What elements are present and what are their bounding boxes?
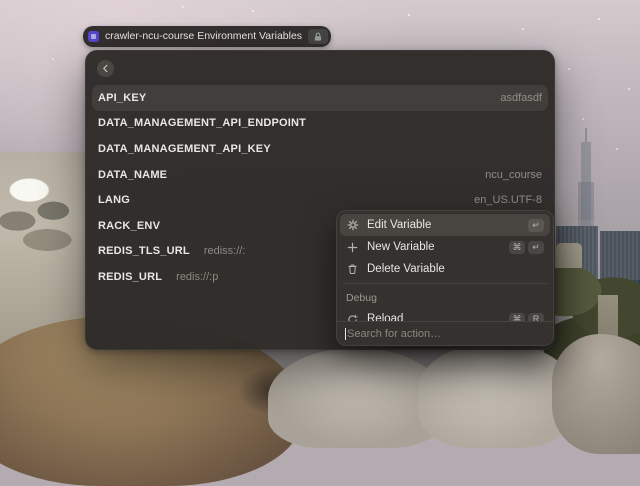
env-var-name: DATA_NAME <box>98 168 168 181</box>
env-var-subtitle: redis://:p <box>176 270 219 283</box>
env-var-name: RACK_ENV <box>98 219 161 232</box>
trash-icon <box>346 263 359 276</box>
key-badge-cmd: ⌘ <box>509 240 525 254</box>
env-row-data-name[interactable]: DATA_NAME ncu_course <box>92 162 548 188</box>
lock-icon <box>308 29 329 44</box>
env-row-data-management-api-endpoint[interactable]: DATA_MANAGEMENT_API_ENDPOINT <box>92 111 548 137</box>
menu-item-label: Edit Variable <box>367 219 432 231</box>
env-var-name: REDIS_URL <box>98 270 163 283</box>
env-var-name: DATA_MANAGEMENT_API_ENDPOINT <box>98 117 307 130</box>
command-pill-title: crawler-ncu-course Environment Variables <box>105 30 303 42</box>
action-search-input[interactable] <box>347 327 545 340</box>
env-var-name: REDIS_TLS_URL <box>98 245 190 258</box>
env-var-value: en_US.UTF-8 <box>474 194 542 207</box>
text-caret <box>345 327 346 340</box>
chevron-left-icon <box>103 64 108 73</box>
command-pill[interactable]: crawler-ncu-course Environment Variables <box>83 26 332 47</box>
env-var-name: API_KEY <box>98 91 147 104</box>
menu-item-new-variable[interactable]: New Variable ⌘ ↵ <box>340 236 550 258</box>
action-search-bar <box>337 321 553 345</box>
key-badge-return: ↵ <box>528 240 544 254</box>
desktop: { "colors": { "extension_icon_purple": "… <box>0 0 640 486</box>
env-var-name: LANG <box>98 194 130 207</box>
extension-icon <box>88 31 99 42</box>
concrete-wall <box>0 152 86 344</box>
sky-specks <box>0 0 2 2</box>
env-var-value: ncu_course <box>485 168 542 181</box>
menu-item-label: New Variable <box>367 241 435 253</box>
plus-icon <box>346 241 359 254</box>
menu-item-label: Delete Variable <box>367 263 445 275</box>
menu-item-reload[interactable]: Reload ⌘ R <box>340 308 550 322</box>
menu-item-edit-variable[interactable]: Edit Variable ↵ <box>340 214 550 236</box>
env-var-name: DATA_MANAGEMENT_API_KEY <box>98 142 271 155</box>
back-button[interactable] <box>97 60 114 77</box>
rock-gray <box>418 344 574 448</box>
menu-section-debug: Debug <box>346 292 377 304</box>
gear-icon <box>346 219 359 232</box>
menu-divider <box>343 283 547 284</box>
action-menu: Edit Variable ↵ New Variable ⌘ ↵ Delete … <box>336 210 554 346</box>
key-badge-return: ↵ <box>528 218 544 232</box>
env-row-data-management-api-key[interactable]: DATA_MANAGEMENT_API_KEY <box>92 136 548 162</box>
rock-right <box>552 334 640 454</box>
action-menu-list: Edit Variable ↵ New Variable ⌘ ↵ Delete … <box>337 211 553 322</box>
env-row-api-key[interactable]: API_KEY asdfasdf <box>92 85 548 111</box>
env-var-value: asdfasdf <box>500 91 542 104</box>
menu-item-delete-variable[interactable]: Delete Variable <box>340 258 550 280</box>
env-var-subtitle: rediss://: <box>203 245 246 258</box>
